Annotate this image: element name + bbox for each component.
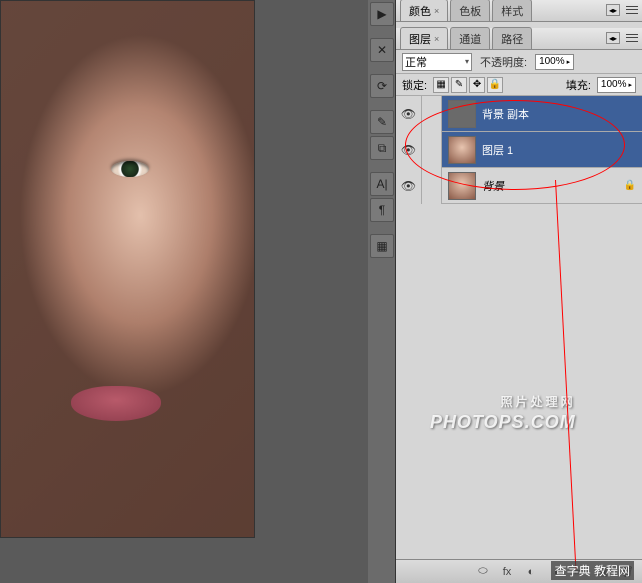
layer-name[interactable]: 背景 副本 [482, 106, 642, 122]
layer-name[interactable]: 图层 1 [482, 142, 642, 158]
layer-thumbnail[interactable] [448, 136, 476, 164]
document-canvas[interactable] [0, 0, 255, 538]
opacity-value: 100% [539, 56, 565, 67]
actions-panel-icon[interactable]: ▶ [370, 2, 394, 26]
opacity-label: 不透明度: [480, 54, 527, 70]
collapse-icon[interactable]: ◂▸ [606, 4, 620, 16]
photo-content [111, 161, 149, 177]
panel-menu-icon[interactable] [624, 31, 640, 45]
lock-position-icon[interactable]: ✥ [469, 77, 485, 93]
visibility-toggle[interactable]: 👁 [396, 132, 422, 168]
lock-icons-group: ▦ ✎ ✥ 🔒 [433, 77, 503, 93]
opacity-input[interactable]: 100% ▸ [535, 54, 574, 70]
blend-mode-value: 正常 [405, 54, 427, 70]
color-panel-tabs: 颜色 × 色板 样式 ◂▸ [396, 0, 642, 22]
panel-menu-icon[interactable] [624, 3, 640, 17]
tab-label: 颜色 [409, 3, 431, 19]
link-column[interactable] [422, 168, 442, 204]
close-icon[interactable]: × [434, 34, 439, 44]
tab-label: 通道 [459, 31, 481, 47]
close-icon[interactable]: × [434, 6, 439, 16]
tab-channels[interactable]: 通道 [450, 27, 490, 49]
fill-input[interactable]: 100% ▸ [597, 77, 636, 93]
tab-styles[interactable]: 样式 [492, 0, 532, 21]
tab-swatches[interactable]: 色板 [450, 0, 490, 21]
history-panel-icon[interactable]: ⟳ [370, 74, 394, 98]
layer-row[interactable]: 👁 背景 🔒 [396, 168, 642, 204]
dropdown-icon: ▾ [465, 57, 469, 66]
dropdown-icon: ▸ [567, 58, 571, 66]
lock-all-icon[interactable]: 🔒 [487, 77, 503, 93]
swatches-icon[interactable]: ▦ [370, 234, 394, 258]
tools-panel-icon[interactable]: ✕ [370, 38, 394, 62]
fill-value: 100% [601, 79, 627, 90]
link-column[interactable] [422, 132, 442, 168]
lock-icon: 🔒 [618, 180, 642, 191]
layer-thumbnail[interactable] [448, 100, 476, 128]
layer-row[interactable]: 👁 背景 副本 [396, 96, 642, 132]
fill-label: 填充: [566, 77, 591, 93]
lock-label: 锁定: [402, 77, 427, 93]
blend-opacity-row: 正常 ▾ 不透明度: 100% ▸ [396, 50, 642, 74]
link-layers-icon[interactable]: ⬭ [474, 563, 492, 581]
fx-icon[interactable]: fx [498, 563, 516, 581]
blend-mode-select[interactable]: 正常 ▾ [402, 53, 472, 71]
tab-label: 路径 [501, 31, 523, 47]
link-column[interactable] [422, 96, 442, 132]
visibility-toggle[interactable]: 👁 [396, 168, 422, 204]
layer-name[interactable]: 背景 [482, 178, 618, 194]
paragraph-panel-icon[interactable]: ¶ [370, 198, 394, 222]
panels-dock: ▶ ✕ ⟳ ✎ ⧉ A| ¶ ▦ 颜色 × 色板 样式 ◂▸ [368, 0, 642, 583]
tab-layers[interactable]: 图层 × [400, 27, 448, 49]
layer-row[interactable]: 👁 图层 1 [396, 132, 642, 168]
character-panel-icon[interactable]: A| [370, 172, 394, 196]
layer-thumbnail[interactable] [448, 172, 476, 200]
collapse-icon[interactable]: ◂▸ [606, 32, 620, 44]
dropdown-icon: ▸ [628, 81, 632, 89]
layers-panel-tabs: 图层 × 通道 路径 ◂▸ [396, 28, 642, 50]
lock-fill-row: 锁定: ▦ ✎ ✥ 🔒 填充: 100% ▸ [396, 74, 642, 96]
collapsed-panel-strip: ▶ ✕ ⟳ ✎ ⧉ A| ¶ ▦ [368, 0, 396, 583]
tab-label: 图层 [409, 31, 431, 47]
bottom-watermark: 查字典 教程网 [551, 561, 634, 580]
visibility-toggle[interactable]: 👁 [396, 96, 422, 132]
photo-content [71, 386, 161, 421]
tab-label: 样式 [501, 3, 523, 19]
layer-list[interactable]: 👁 背景 副本 👁 图层 1 👁 背景 🔒 [396, 96, 642, 559]
clone-icon[interactable]: ⧉ [370, 136, 394, 160]
mask-icon[interactable]: ◐ [522, 563, 540, 581]
canvas-area[interactable] [0, 0, 368, 583]
brushes-icon[interactable]: ✎ [370, 110, 394, 134]
tab-color[interactable]: 颜色 × [400, 0, 448, 21]
tab-paths[interactable]: 路径 [492, 27, 532, 49]
photo-content [1, 1, 254, 537]
lock-transparent-icon[interactable]: ▦ [433, 77, 449, 93]
lock-pixels-icon[interactable]: ✎ [451, 77, 467, 93]
panel-stack: 颜色 × 色板 样式 ◂▸ 图层 × 通道 路径 ◂▸ [396, 0, 642, 583]
tab-label: 色板 [459, 3, 481, 19]
